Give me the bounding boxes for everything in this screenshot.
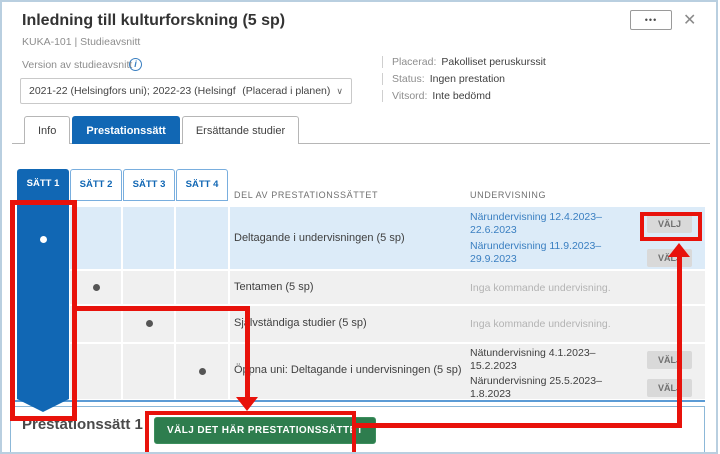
annotation-arrow-up-icon [668, 243, 690, 257]
annotation-box-satt1-column [10, 200, 77, 421]
no-teaching-label: Inga kommande undervisning. [470, 282, 611, 294]
page-title: Inledning till kulturforskning (5 sp) [22, 12, 286, 29]
annotation-box-cta-button [145, 411, 356, 452]
tab-info[interactable]: Info [24, 116, 71, 144]
close-icon[interactable]: ✕ [683, 10, 696, 30]
tab-bar: Info Prestationssätt Ersättande studier [24, 116, 300, 144]
teaching-link[interactable]: Närundervisning 12.4.2023–22.6.2023 [470, 211, 632, 237]
column-separator [174, 207, 176, 399]
column-separator [121, 207, 123, 399]
meta-row-vitsord: Vitsord: Inte bedömd [382, 90, 491, 102]
version-select[interactable]: 2021-22 (Helsingfors uni); 2022-23 (Hels… [20, 78, 352, 104]
more-options-button[interactable]: ••• [630, 10, 672, 30]
column-separator [228, 207, 230, 399]
tab-ersattande-studier[interactable]: Ersättande studier [181, 116, 300, 144]
tab-satt-3[interactable]: SÄTT 3 [123, 169, 175, 201]
course-dialog: Inledning till kulturforskning (5 sp) KU… [0, 0, 718, 454]
meta-value: Inte bedömd [432, 90, 491, 102]
course-code-subtitle: KUKA-101 | Studieavsnitt [22, 36, 141, 48]
tab-prestationssatt[interactable]: Prestationssätt [72, 116, 180, 144]
no-teaching-label: Inga kommande undervisning. [470, 318, 611, 330]
tab-satt-1[interactable]: SÄTT 1 [17, 169, 69, 199]
teaching-label: Nätundervisning 4.1.2023–15.2.2023 [470, 347, 596, 372]
annotation-line-horizontal-right [356, 423, 682, 428]
version-select-value: 2021-22 (Helsingfors uni); 2022-23 (Hels… [29, 85, 237, 97]
teaching-label: Närundervisning 25.5.2023–1.8.2023 [470, 375, 602, 400]
annotation-line-vertical-left [245, 306, 250, 399]
valj-button[interactable]: VÄLJ [647, 351, 692, 369]
meta-label: Vitsord: [392, 90, 428, 102]
tab-satt-2[interactable]: SÄTT 2 [70, 169, 122, 201]
valj-button[interactable]: VÄLJ [647, 379, 692, 397]
annotation-line-vertical-right [677, 255, 682, 428]
version-label: Version av studieavsnitt [22, 59, 133, 71]
chevron-down-icon: ∨ [336, 85, 343, 96]
meta-row-placerad: Placerad: Pakolliset peruskurssit [382, 56, 546, 68]
method-dot [93, 284, 100, 291]
meta-row-status: Status: Ingen prestation [382, 73, 505, 85]
meta-label: Placerad: [392, 56, 437, 68]
method-dot [199, 368, 206, 375]
part-label: Tentamen (5 sp) [234, 281, 314, 293]
method-dot [146, 320, 153, 327]
part-label: Självständiga studier (5 sp) [234, 317, 367, 329]
part-label: Deltagande i undervisningen (5 sp) [234, 232, 405, 244]
column-header-part: DEL AV PRESTATIONSSÄTTET [234, 190, 379, 200]
column-header-teaching: UNDERVISNING [470, 190, 547, 200]
meta-value: Ingen prestation [429, 73, 505, 85]
annotation-arrow-down-icon [236, 397, 258, 411]
version-select-suffix: (Placerad i planen) [242, 85, 331, 97]
meta-label: Status: [392, 73, 425, 85]
info-icon[interactable]: i [129, 58, 142, 71]
part-label: Öppna uni: Deltagande i undervisningen (… [234, 364, 462, 376]
teaching-link[interactable]: Närundervisning 11.9.2023–29.9.2023 [470, 240, 632, 266]
tab-satt-4[interactable]: SÄTT 4 [176, 169, 228, 201]
annotation-box-valj-button [640, 212, 702, 241]
meta-value: Pakolliset peruskurssit [441, 56, 546, 68]
annotation-line-horizontal-left [75, 306, 250, 311]
